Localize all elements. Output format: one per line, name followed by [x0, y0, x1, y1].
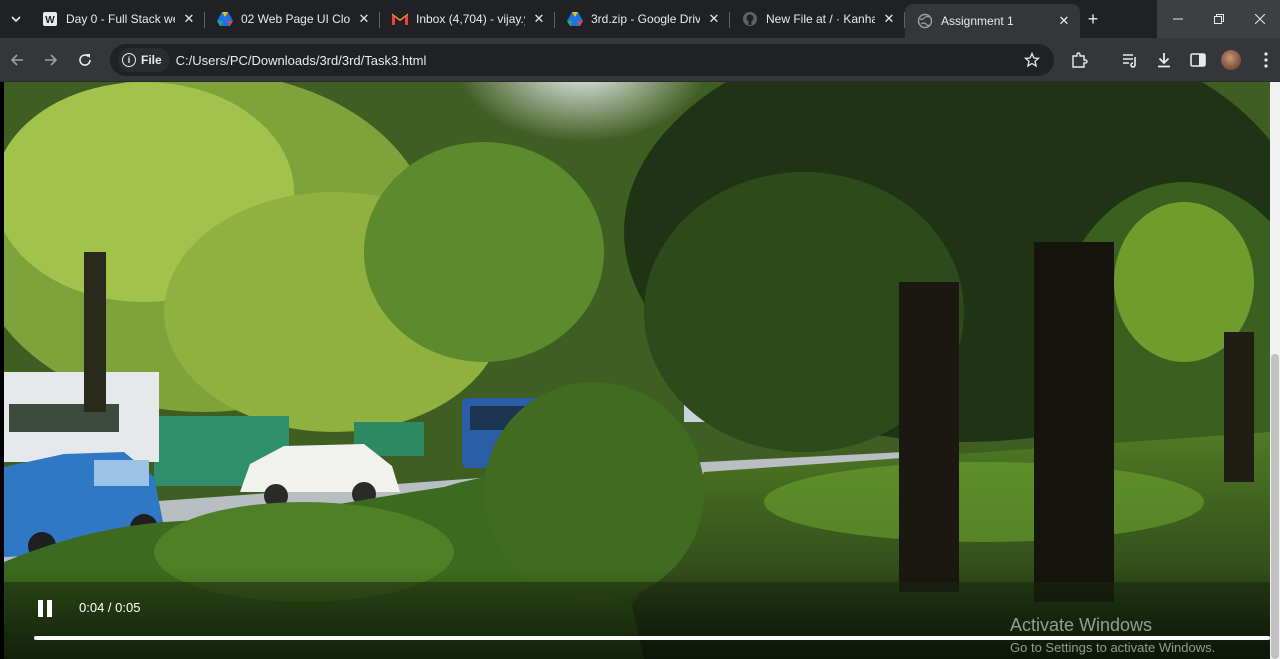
pause-icon-bar — [47, 599, 52, 617]
google-drive-icon — [217, 11, 233, 27]
close-icon[interactable]: ✕ — [706, 11, 722, 27]
info-icon: i — [122, 53, 136, 67]
bookmark-star-icon[interactable] — [1022, 50, 1042, 70]
extensions-puzzle-icon[interactable] — [1067, 48, 1091, 72]
profile-avatar[interactable] — [1221, 50, 1241, 70]
watermark-subtitle: Go to Settings to activate Windows. — [1010, 640, 1216, 655]
tab-new-file[interactable]: New File at / · Kanhaj ✕ — [730, 4, 905, 34]
tab-title: 02 Web Page UI Clone — [241, 12, 350, 26]
tab-title: Day 0 - Full Stack web — [66, 12, 175, 26]
tab-3rd-zip[interactable]: 3rd.zip - Google Drive ✕ — [555, 4, 730, 34]
menu-kebab-icon[interactable] — [1254, 48, 1278, 72]
google-drive-icon — [567, 11, 583, 27]
site-icon: W — [42, 11, 58, 27]
svg-text:W: W — [45, 15, 55, 26]
video-time: 0:04 / 0:05 — [79, 600, 141, 615]
close-icon[interactable]: ✕ — [356, 11, 372, 27]
restore-button[interactable] — [1198, 0, 1239, 38]
close-icon[interactable]: ✕ — [181, 11, 197, 27]
tabs: W Day 0 - Full Stack web ✕ 02 Web Page U… — [30, 4, 1080, 38]
tab-strip: W Day 0 - Full Stack web ✕ 02 Web Page U… — [0, 0, 1280, 38]
page-content: 0:04 / 0:05 Activate Windows Go to Setti… — [0, 82, 1280, 659]
forward-arrow-icon[interactable] — [39, 48, 63, 72]
toolbar: i File C:/Users/PC/Downloads/3rd/3rd/Tas… — [0, 38, 1280, 82]
gmail-icon — [392, 11, 408, 27]
browser-window: W Day 0 - Full Stack web ✕ 02 Web Page U… — [0, 0, 1280, 659]
tab-web-page-ui-clone[interactable]: 02 Web Page UI Clone ✕ — [205, 4, 380, 34]
close-icon[interactable]: ✕ — [531, 11, 547, 27]
downloads-icon[interactable] — [1152, 48, 1176, 72]
tab-title: New File at / · Kanhaj — [766, 12, 875, 26]
minimize-button[interactable] — [1157, 0, 1198, 38]
tab-assignment-1[interactable]: Assignment 1 ✕ — [905, 4, 1080, 38]
back-arrow-icon[interactable] — [5, 48, 29, 72]
side-panel-icon[interactable] — [1186, 48, 1210, 72]
pause-button[interactable] — [36, 599, 54, 617]
tab-day0[interactable]: W Day 0 - Full Stack web ✕ — [30, 4, 205, 34]
chip-label: File — [141, 53, 162, 67]
tab-title: Inbox (4,704) - vijay.y — [416, 12, 525, 26]
tab-title: 3rd.zip - Google Drive — [591, 12, 700, 26]
github-icon — [742, 11, 758, 27]
watermark-title: Activate Windows — [1010, 615, 1153, 635]
close-icon[interactable]: ✕ — [881, 11, 897, 27]
pause-icon — [38, 599, 43, 617]
tab-title: Assignment 1 — [941, 14, 1014, 28]
url-text[interactable]: C:/Users/PC/Downloads/3rd/3rd/Task3.html — [176, 53, 427, 68]
omnibox[interactable]: i File C:/Users/PC/Downloads/3rd/3rd/Tas… — [110, 44, 1054, 76]
page-scrollbar[interactable] — [1270, 82, 1280, 659]
reload-icon[interactable] — [73, 48, 97, 72]
new-tab-button[interactable]: + — [1082, 8, 1104, 30]
tab-search-chevron-icon[interactable] — [4, 6, 28, 32]
close-window-button[interactable] — [1239, 0, 1280, 38]
activate-windows-watermark: Activate Windows Go to Settings to activ… — [1010, 615, 1215, 655]
media-controls-icon[interactable] — [1118, 48, 1142, 72]
window-controls — [1157, 0, 1280, 38]
close-icon[interactable]: ✕ — [1056, 13, 1072, 29]
scrollbar-thumb[interactable] — [1271, 354, 1279, 659]
globe-icon — [917, 13, 933, 29]
site-info-chip[interactable]: i File — [118, 48, 170, 72]
tab-inbox[interactable]: Inbox (4,704) - vijay.y ✕ — [380, 4, 555, 34]
